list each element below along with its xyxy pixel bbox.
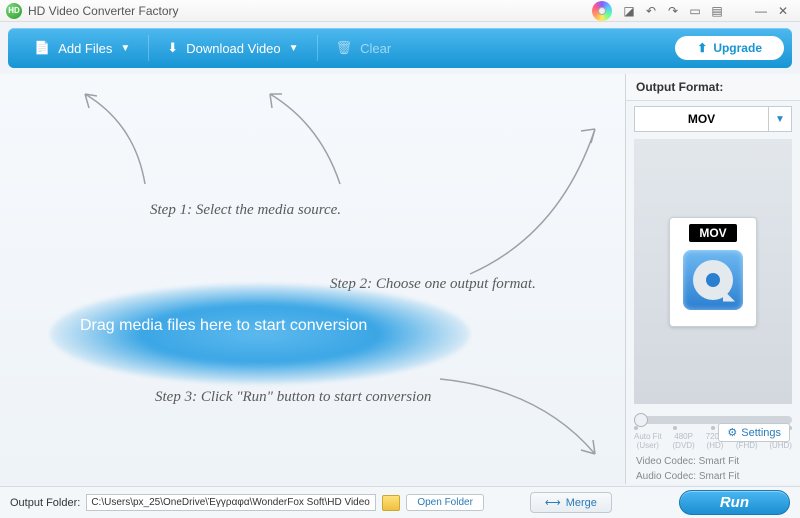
download-video-label: Download Video [186,41,280,56]
output-folder-label: Output Folder: [10,497,80,509]
add-files-button[interactable]: 📄 Add Files ▼ [16,28,148,68]
mov-badge: MOV [669,217,757,327]
audio-codec-label: Audio Codec: Smart Fit [626,469,800,484]
main-toolbar: 📄 Add Files ▼ ⬇ Download Video ▼ 🗑 Clear… [8,28,792,68]
format-dropdown-button[interactable]: ▼ [768,106,792,132]
upgrade-button[interactable]: ⬆ Upgrade [675,36,784,60]
merge-label: Merge [566,497,597,509]
trash-icon: 🗑 [336,40,353,56]
menu-icon[interactable]: ▤ [706,2,728,20]
upgrade-label: Upgrade [713,41,762,55]
add-files-icon: 📄 [34,40,50,56]
app-title: HD Video Converter Factory [28,4,179,18]
drop-hint-text: Drag media files here to start conversio… [80,317,367,335]
settings-label: Settings [741,427,781,439]
format-badge-label: MOV [689,224,736,242]
settings-button[interactable]: ⚙ Settings [718,423,790,442]
format-preview[interactable]: MOV [634,139,792,404]
close-button[interactable]: ✕ [772,2,794,20]
format-selected: MOV [634,106,768,132]
spacer-icon [728,2,750,20]
app-logo-icon: HD [6,3,22,19]
arrow-icon [430,359,610,469]
drop-canvas[interactable]: Step 1: Select the media source. Step 2:… [0,74,625,484]
bottom-bar: Output Folder: Open Folder ⟷ Merge Run [0,486,800,518]
clear-button[interactable]: 🗑 Clear [318,28,410,68]
add-files-label: Add Files [58,41,112,56]
message-icon[interactable]: ▭ [684,2,706,20]
video-codec-label: Video Codec: Smart Fit [626,454,800,469]
redo-icon[interactable]: ↷ [662,2,684,20]
arrow-icon [460,114,610,284]
gear-icon: ⚙ [727,426,737,439]
chevron-down-icon: ▼ [289,43,299,54]
step3-text: Step 3: Click "Run" button to start conv… [155,389,431,406]
chevron-down-icon: ▼ [120,43,130,54]
arrow-icon [55,84,175,194]
merge-icon: ⟷ [545,496,561,509]
facebook-icon[interactable]: ◪ [618,2,640,20]
run-button[interactable]: Run [679,490,790,515]
minimize-button[interactable]: — [750,2,772,20]
download-icon: ⬇ [167,40,178,56]
disc-icon[interactable] [592,1,612,21]
upload-arrow-icon: ⬆ [697,41,707,55]
output-format-heading: Output Format: [626,74,800,101]
browse-folder-button[interactable] [382,495,400,511]
quicktime-icon [683,250,743,310]
titlebar: HD HD Video Converter Factory ◪ ↶ ↷ ▭ ▤ … [0,0,800,22]
merge-button[interactable]: ⟷ Merge [530,492,612,513]
clear-label: Clear [360,41,391,56]
download-video-button[interactable]: ⬇ Download Video ▼ [149,28,316,68]
open-folder-button[interactable]: Open Folder [406,494,484,511]
slider-thumb[interactable] [634,413,648,427]
output-folder-input[interactable] [86,494,376,511]
arrow-icon [250,84,370,194]
undo-icon[interactable]: ↶ [640,2,662,20]
step1-text: Step 1: Select the media source. [150,202,341,219]
